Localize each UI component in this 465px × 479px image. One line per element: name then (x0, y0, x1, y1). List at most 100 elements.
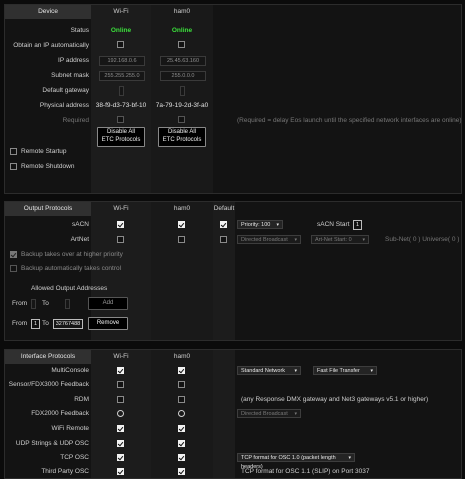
ham0-subnet-field[interactable]: 255.0.0.0 (160, 71, 206, 81)
chevron-down-icon: ▾ (370, 368, 373, 374)
sensor-fdx3000-wifi-checkbox[interactable] (117, 381, 124, 388)
third-party-osc-note: TCP format for OSC 1.1 (SLIP) on Port 30… (241, 468, 370, 475)
chevron-down-icon: ▾ (294, 368, 297, 374)
multiconsole-ham0-checkbox[interactable] (178, 367, 185, 374)
artnet-ham0-checkbox[interactable] (178, 236, 185, 243)
physical-address-label: Physical address (39, 102, 89, 109)
backup-takes-over-checkbox[interactable] (10, 251, 17, 258)
sacn-start-field[interactable]: 1 (353, 220, 362, 230)
remote-shutdown-label: Remote Shutdown (21, 163, 75, 170)
tcp-osc-ham0-checkbox[interactable] (178, 454, 185, 461)
allowed-addresses-title: Allowed Output Addresses (31, 285, 108, 292)
add-address-button[interactable]: Add (88, 297, 128, 310)
device-col-wifi: Wi-Fi (113, 8, 129, 15)
remote-startup-label: Remote Startup (21, 148, 67, 155)
wifi-disable-etc-protocols-button[interactable]: Disable All ETC Protocols (97, 127, 145, 147)
backup-takes-over-label: Backup takes over at higher priority (21, 251, 123, 258)
device-col-ham0: ham0 (173, 8, 191, 15)
if-blank-stripe (213, 350, 235, 478)
sacn-ham0-checkbox[interactable] (178, 221, 185, 228)
ham0-disable-etc-protocols-button[interactable]: Disable All ETC Protocols (158, 127, 206, 147)
rdm-note: (any Response DMX gateway and Net3 gatew… (241, 396, 429, 403)
fdx2000-ham0-radio[interactable] (178, 410, 185, 417)
ham0-ip-field[interactable]: 25.45.63.160 (160, 56, 206, 66)
tcp-format-dropdown[interactable]: TCP format for OSC 1.0 (packet length he… (237, 453, 355, 470)
udp-strings-ham0-checkbox[interactable] (178, 440, 185, 447)
artnet-start-dropdown[interactable]: Art-Net Start: 0 ▾ (311, 235, 369, 244)
udp-strings-label: UDP Strings & UDP OSC (15, 440, 89, 447)
remove-from-field[interactable]: 1 (31, 319, 40, 329)
chevron-down-icon: ▾ (362, 237, 365, 243)
wifi-remote-label: WiFi Remote (51, 425, 89, 432)
required-note: (Required = delay Eos launch until the s… (237, 117, 462, 124)
rdm-label: RDM (74, 396, 89, 403)
fdx2000-label: FDX2000 Feedback (31, 410, 89, 417)
tcp-osc-wifi-checkbox[interactable] (117, 454, 124, 461)
sacn-priority-value: Priority: 100 (241, 222, 271, 228)
multiconsole-wifi-checkbox[interactable] (117, 367, 124, 374)
device-section-header: Device (5, 5, 91, 19)
add-to-field[interactable] (65, 299, 70, 309)
ip-address-label: IP address (58, 57, 89, 64)
ham0-required-checkbox[interactable] (178, 116, 185, 123)
fdx2000-wifi-radio[interactable] (117, 410, 124, 417)
ham0-disable-line1: Disable All (167, 129, 196, 135)
output-col-wifi: Wi-Fi (113, 205, 129, 212)
sacn-priority-dropdown[interactable]: Priority: 100 ▾ (237, 220, 283, 229)
status-label: Status (70, 27, 89, 34)
artnet-start-value: Art-Net Start: 0 (315, 237, 352, 243)
required-label: Required (62, 117, 89, 124)
wifi-subnet-field[interactable]: 255.255.255.0 (99, 71, 145, 81)
fast-file-transfer-dropdown[interactable]: Fast File Transfer ▾ (313, 366, 377, 375)
wifi-status: Online (110, 27, 132, 34)
wifi-remote-ham0-checkbox[interactable] (178, 425, 185, 432)
ham0-disable-line2: ETC Protocols (162, 137, 202, 143)
wifi-disable-line1: Disable All (106, 129, 135, 135)
sacn-default-checkbox[interactable] (220, 221, 227, 228)
wifi-disable-line2: ETC Protocols (101, 137, 141, 143)
third-party-osc-label: Third Party OSC (41, 468, 89, 475)
remove-to-label: To (42, 320, 49, 327)
ham0-obtain-ip-checkbox[interactable] (178, 41, 185, 48)
artnet-wifi-checkbox[interactable] (117, 236, 124, 243)
interface-section-header: Interface Protocols (5, 350, 91, 364)
wifi-remote-wifi-checkbox[interactable] (117, 425, 124, 432)
ham0-gateway-field[interactable] (180, 86, 185, 96)
backup-auto-checkbox[interactable] (10, 265, 17, 272)
fdx2000-broadcast-value: Directed Broadcast (241, 411, 288, 417)
udp-strings-wifi-checkbox[interactable] (117, 440, 124, 447)
rdm-ham0-checkbox[interactable] (178, 396, 185, 403)
fdx2000-broadcast-dropdown[interactable]: Directed Broadcast ▾ (237, 409, 301, 418)
third-party-osc-wifi-checkbox[interactable] (117, 468, 124, 475)
output-protocols-panel: Output Protocols Wi-Fi ham0 Default sACN… (4, 201, 462, 341)
wifi-obtain-ip-checkbox[interactable] (117, 41, 124, 48)
standard-network-value: Standard Network (241, 368, 286, 374)
sensor-fdx3000-label: Sensor/FDX3000 Feedback (8, 381, 89, 388)
rdm-wifi-checkbox[interactable] (117, 396, 124, 403)
sacn-wifi-checkbox[interactable] (117, 221, 124, 228)
wifi-required-checkbox[interactable] (117, 116, 124, 123)
ham0-physical-address: 7a-79-19-2d-3f-a0 (155, 102, 209, 109)
remote-startup-checkbox[interactable] (10, 148, 17, 155)
add-to-label: To (42, 300, 49, 307)
sensor-fdx3000-ham0-checkbox[interactable] (178, 381, 185, 388)
wifi-ip-field[interactable]: 192.168.0.6 (99, 56, 145, 66)
remote-shutdown-checkbox[interactable] (10, 163, 17, 170)
chevron-down-icon: ▾ (294, 411, 297, 417)
subnet-mask-label: Subnet mask (51, 72, 89, 79)
third-party-osc-ham0-checkbox[interactable] (178, 468, 185, 475)
artnet-broadcast-dropdown[interactable]: Directed Broadcast ▾ (237, 235, 301, 244)
sacn-start-label: sACN Start (317, 221, 350, 228)
ham0-status: Online (171, 27, 193, 34)
standard-network-dropdown[interactable]: Standard Network ▾ (237, 366, 301, 375)
wifi-gateway-field[interactable] (119, 86, 124, 96)
artnet-default-checkbox[interactable] (220, 236, 227, 243)
add-from-label: From (12, 300, 28, 307)
remove-address-button[interactable]: Remove (88, 317, 128, 330)
gateway-label: Default gateway (42, 87, 89, 94)
artnet-broadcast-value: Directed Broadcast (241, 237, 288, 243)
interface-protocols-panel: Interface Protocols Wi-Fi ham0 MultiCons… (4, 349, 462, 479)
add-from-field[interactable] (31, 299, 36, 309)
output-col-default: Default (213, 205, 235, 212)
remove-to-field[interactable]: 32767488 (53, 319, 83, 329)
